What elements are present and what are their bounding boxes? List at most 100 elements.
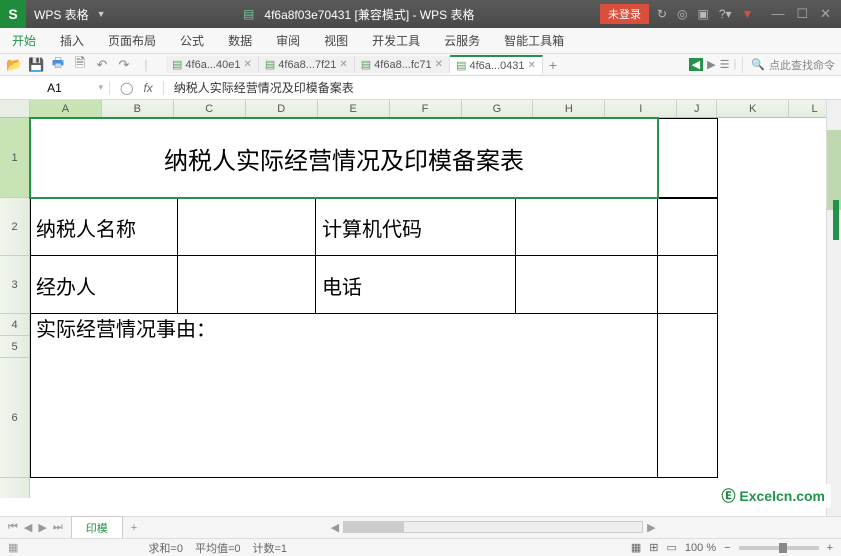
menu-formula[interactable]: 公式 bbox=[180, 32, 204, 49]
col-header-i[interactable]: I bbox=[605, 100, 677, 117]
col-header-a[interactable]: A bbox=[30, 100, 102, 117]
fx-button[interactable]: fx bbox=[143, 81, 152, 95]
cell-title[interactable]: 纳税人实际经营情况及印模备案表 bbox=[30, 118, 658, 198]
col-header-f[interactable]: F bbox=[390, 100, 462, 117]
print-preview-icon[interactable]: 🗎 bbox=[72, 54, 88, 76]
col-header-k[interactable]: K bbox=[717, 100, 789, 117]
col-header-d[interactable]: D bbox=[246, 100, 318, 117]
col-header-j[interactable]: J bbox=[677, 100, 717, 117]
cancel-icon[interactable]: ◯ bbox=[120, 81, 133, 95]
tab-list-icon[interactable]: ☰ bbox=[720, 58, 730, 71]
sync-icon[interactable]: ↻ bbox=[657, 7, 667, 21]
status-sum: 求和=0 bbox=[148, 540, 183, 556]
save-icon[interactable]: 💾 bbox=[28, 57, 44, 73]
cell-a3[interactable]: 经办人 bbox=[36, 256, 96, 314]
menu-page-layout[interactable]: 页面布局 bbox=[108, 32, 156, 49]
scroll-thumb[interactable] bbox=[827, 130, 841, 210]
add-sheet-button[interactable]: + bbox=[123, 522, 145, 534]
row-header-2[interactable]: 2 bbox=[0, 198, 29, 256]
feedback-icon[interactable]: ▼ bbox=[742, 7, 754, 21]
menu-bar: 开始 插入 页面布局 公式 数据 审阅 视图 开发工具 云服务 智能工具箱 bbox=[0, 28, 841, 54]
doc-tab-2[interactable]: ▤4f6a8...7f21✕ bbox=[259, 56, 355, 73]
menu-insert[interactable]: 插入 bbox=[60, 32, 84, 49]
formula-input[interactable]: 纳税人实际经营情况及印模备案表 bbox=[164, 79, 841, 96]
command-search[interactable]: 🔍 点此查找命令 bbox=[742, 57, 835, 73]
menu-start[interactable]: 开始 bbox=[12, 32, 36, 49]
sheet-tab-bar: ⏮ ◀ ▶ ⏭ 印模 + ◀ ▶ bbox=[0, 516, 841, 538]
cloud-icon[interactable]: ◎ bbox=[677, 7, 687, 21]
menu-smart-tools[interactable]: 智能工具箱 bbox=[504, 32, 564, 49]
tab-next-icon[interactable]: ▶ bbox=[707, 58, 715, 71]
hscroll-right-icon[interactable]: ▶ bbox=[643, 521, 659, 534]
status-bar: ▦ 求和=0 平均值=0 计数=1 ▦ ⊞ ▭ 100 % − + bbox=[0, 538, 841, 556]
close-button[interactable]: ✕ bbox=[820, 6, 831, 22]
col-header-h[interactable]: H bbox=[533, 100, 605, 117]
doc-icon: ▤ bbox=[243, 7, 254, 21]
column-headers: A B C D E F G H I J K L bbox=[0, 100, 841, 118]
select-all-corner[interactable] bbox=[0, 100, 30, 117]
app-name: WPS 表格 bbox=[26, 6, 97, 23]
row-header-1[interactable]: 1 bbox=[0, 118, 29, 198]
sheet-next-icon[interactable]: ▶ bbox=[38, 521, 46, 534]
horizontal-scrollbar[interactable] bbox=[343, 521, 643, 533]
menu-view[interactable]: 视图 bbox=[324, 32, 348, 49]
open-icon[interactable]: 📂 bbox=[6, 57, 22, 73]
app-logo[interactable]: S bbox=[0, 0, 26, 28]
view-break-icon[interactable]: ▭ bbox=[667, 541, 677, 554]
row-header-3[interactable]: 3 bbox=[0, 256, 29, 314]
skin-icon[interactable]: ▣ bbox=[698, 7, 709, 21]
row-header-5[interactable]: 5 bbox=[0, 336, 29, 358]
cell-a4[interactable]: 实际经营情况事由： bbox=[36, 316, 216, 338]
menu-dev-tools[interactable]: 开发工具 bbox=[372, 32, 420, 49]
col-header-c[interactable]: C bbox=[174, 100, 246, 117]
close-tab-icon[interactable]: ✕ bbox=[528, 60, 536, 71]
row-header-6[interactable]: 6 bbox=[0, 358, 29, 478]
cells-area[interactable]: 纳税人实际经营情况及印模备案表 纳税人名称 计算机代码 经办人 电话 实际经营情… bbox=[30, 118, 841, 498]
doc-tab-3[interactable]: ▤4f6a8...fc71✕ bbox=[355, 56, 450, 73]
close-tab-icon[interactable]: ✕ bbox=[435, 59, 443, 70]
view-normal-icon[interactable]: ▦ bbox=[631, 541, 641, 554]
vertical-scrollbar[interactable] bbox=[826, 100, 841, 516]
doc-tab-1[interactable]: ▤4f6a...40e1✕ bbox=[166, 56, 259, 73]
title-bar: S WPS 表格 ▼ ▤ 4f6a8f03e70431 [兼容模式] - WPS… bbox=[0, 0, 841, 28]
sheet-prev-icon[interactable]: ◀ bbox=[24, 521, 32, 534]
cell-d2[interactable]: 计算机代码 bbox=[322, 198, 422, 256]
add-tab-button[interactable]: + bbox=[543, 57, 563, 73]
cell-d3[interactable]: 电话 bbox=[322, 256, 362, 314]
spreadsheet-grid[interactable]: 1 2 3 4 5 6 纳税人实际经营情况及印模备案表 纳税人名称 计算机代码 … bbox=[0, 118, 841, 498]
name-box[interactable]: A1 bbox=[0, 81, 110, 95]
tab-prev-icon[interactable]: ◀ bbox=[689, 58, 703, 71]
view-page-icon[interactable]: ⊞ bbox=[649, 541, 658, 554]
sheet-first-icon[interactable]: ⏮ bbox=[8, 521, 18, 534]
hscroll-left-icon[interactable]: ◀ bbox=[327, 521, 343, 534]
document-tabs: ▤4f6a...40e1✕ ▤4f6a8...7f21✕ ▤4f6a8...fc… bbox=[166, 55, 683, 74]
close-tab-icon[interactable]: ✕ bbox=[243, 59, 251, 70]
doc-tab-4[interactable]: ▤4f6a...0431✕ bbox=[450, 55, 543, 74]
col-header-g[interactable]: G bbox=[462, 100, 534, 117]
app-menu-dropdown[interactable]: ▼ bbox=[97, 9, 118, 19]
zoom-slider[interactable] bbox=[739, 546, 819, 550]
formula-bar: A1 ◯ fx 纳税人实际经营情况及印模备案表 bbox=[0, 76, 841, 100]
menu-review[interactable]: 审阅 bbox=[276, 32, 300, 49]
menu-data[interactable]: 数据 bbox=[228, 32, 252, 49]
layout-icon[interactable]: ▦ bbox=[8, 541, 18, 554]
undo-icon[interactable]: ↶ bbox=[94, 57, 110, 73]
maximize-button[interactable]: ☐ bbox=[796, 6, 808, 22]
zoom-out-icon[interactable]: − bbox=[724, 542, 730, 554]
col-header-e[interactable]: E bbox=[318, 100, 390, 117]
sheet-tab-active[interactable]: 印模 bbox=[71, 516, 123, 539]
sheet-last-icon[interactable]: ⏭ bbox=[53, 521, 63, 534]
status-count: 计数=1 bbox=[253, 540, 288, 556]
zoom-in-icon[interactable]: + bbox=[827, 542, 833, 554]
minimize-button[interactable]: — bbox=[771, 6, 784, 22]
cell-a2[interactable]: 纳税人名称 bbox=[36, 198, 136, 256]
help-icon[interactable]: ?▾ bbox=[719, 7, 732, 21]
side-panel-handle[interactable] bbox=[833, 200, 839, 240]
redo-icon[interactable]: ↷ bbox=[116, 57, 132, 73]
col-header-b[interactable]: B bbox=[102, 100, 174, 117]
menu-cloud[interactable]: 云服务 bbox=[444, 32, 480, 49]
login-button[interactable]: 未登录 bbox=[600, 4, 649, 24]
close-tab-icon[interactable]: ✕ bbox=[339, 59, 347, 70]
print-icon[interactable]: 🖶 bbox=[50, 54, 66, 76]
row-header-4[interactable]: 4 bbox=[0, 314, 29, 336]
